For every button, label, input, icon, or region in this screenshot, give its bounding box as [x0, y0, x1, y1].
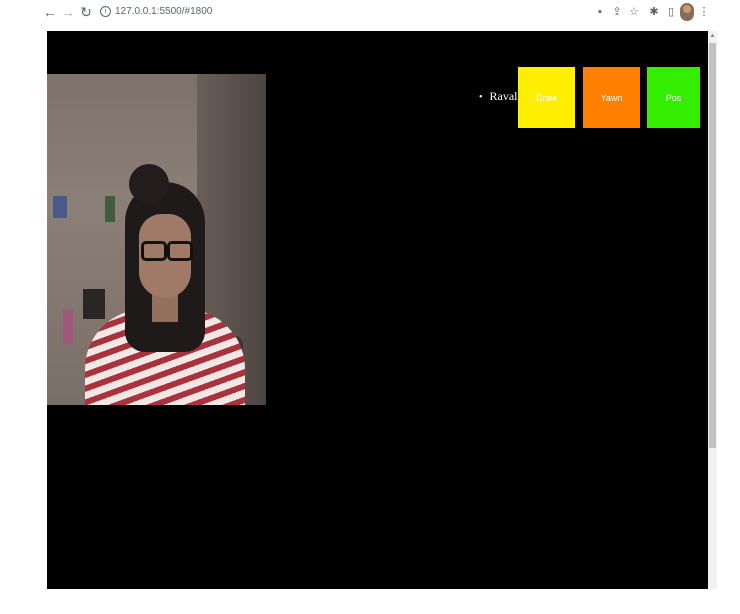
- url-text[interactable]: 127.0.0.1:5500/#1800: [115, 6, 212, 17]
- browser-toolbar: ← → ↻ i 127.0.0.1:5500/#1800 ▪ ⇪ ☆ ✱ ▯ ⋮: [0, 0, 740, 26]
- reload-icon[interactable]: ↻: [78, 3, 94, 21]
- scroll-up-icon[interactable]: ▲: [708, 31, 717, 41]
- screen-cast-icon[interactable]: ▪: [593, 4, 607, 20]
- info-icon[interactable]: i: [100, 5, 111, 17]
- forward-icon[interactable]: →: [60, 3, 76, 21]
- vertical-scrollbar[interactable]: ▲: [708, 31, 717, 589]
- draw-button[interactable]: Draw: [518, 67, 575, 128]
- back-icon[interactable]: ←: [42, 3, 58, 21]
- menu-icon[interactable]: ⋮: [697, 4, 711, 20]
- webcam-video: [47, 74, 266, 405]
- scroll-thumb[interactable]: [709, 43, 716, 448]
- page-viewport: Ravali Draw Yawn Pos: [47, 31, 708, 589]
- pos-button[interactable]: Pos: [647, 67, 700, 128]
- extensions-icon[interactable]: ✱: [647, 4, 661, 20]
- list-item: Ravali: [479, 89, 521, 104]
- address-bar[interactable]: i 127.0.0.1:5500/#1800: [100, 3, 580, 21]
- star-icon[interactable]: ☆: [627, 4, 641, 20]
- user-list: Ravali: [479, 89, 521, 104]
- sidebar-icon[interactable]: ▯: [664, 4, 678, 20]
- profile-avatar[interactable]: [680, 3, 694, 21]
- yawn-button[interactable]: Yawn: [583, 67, 640, 128]
- share-icon[interactable]: ⇪: [610, 4, 624, 20]
